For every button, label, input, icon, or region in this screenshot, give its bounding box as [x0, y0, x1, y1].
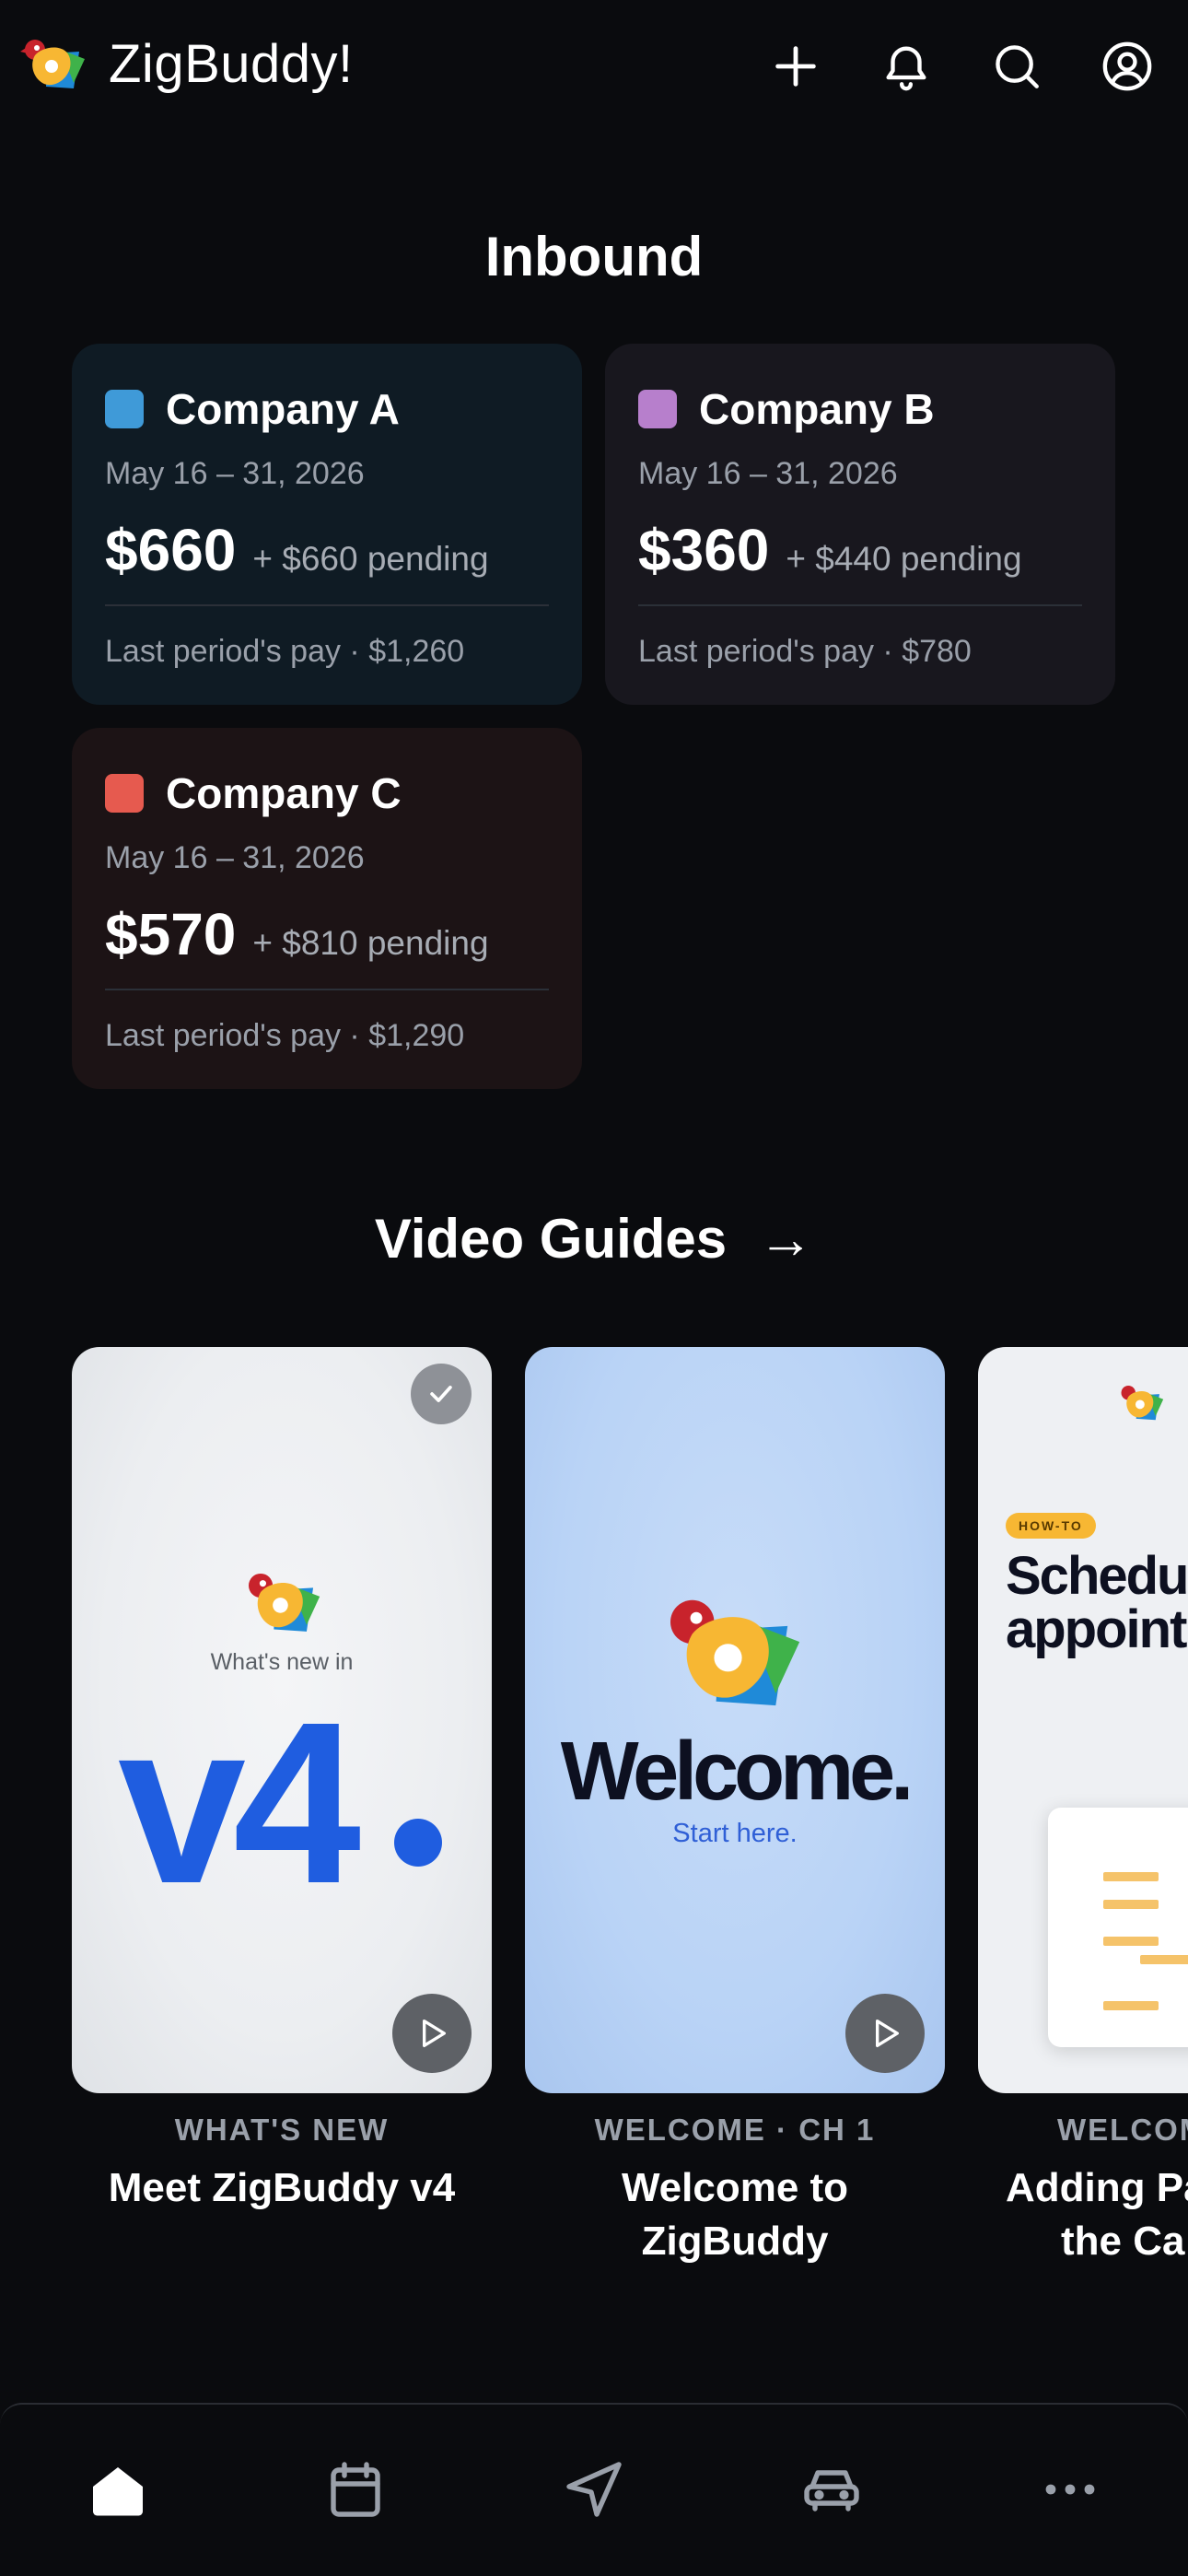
- play-icon[interactable]: [392, 1994, 472, 2073]
- earned-amount: $360: [638, 517, 770, 583]
- video-title-line1: Meet ZigBuddy v4: [108, 2165, 456, 2210]
- video-title-line1: Adding Pa: [1006, 2165, 1188, 2210]
- zigbuddy-logo: [20, 39, 85, 88]
- search-icon[interactable]: [987, 37, 1046, 96]
- video-category: WHAT'S NEW: [174, 2113, 390, 2147]
- thumb-headline: Welcome.: [560, 1726, 914, 1818]
- last-period-pay: Last period's pay · $1,260: [105, 634, 465, 669]
- brand[interactable]: ZigBuddy!: [20, 33, 354, 95]
- company-card-a[interactable]: Company A May 16 – 31, 2026 $660 + $660 …: [72, 344, 582, 705]
- thumb-subtitle: Start here.: [672, 1819, 798, 1848]
- calendar-icon[interactable]: [319, 2453, 392, 2526]
- bottom-nav: [0, 2403, 1188, 2576]
- last-period-pay: Last period's pay · $1,290: [105, 1018, 465, 1053]
- video-guides-title: Video Guides: [374, 1208, 728, 1270]
- calendar-illustration: [1048, 1808, 1188, 2047]
- company-color-swatch: [105, 390, 144, 428]
- play-icon[interactable]: [845, 1994, 925, 2073]
- pay-period: May 16 – 31, 2026: [105, 456, 365, 491]
- plus-icon[interactable]: [766, 37, 825, 96]
- earned-amount: $570: [105, 901, 237, 967]
- video-category: WELCOME · CH 1: [594, 2113, 876, 2147]
- video-title[interactable]: Welcome to ZigBuddy: [525, 2161, 945, 2268]
- thumb-headline: Schedu appoint: [1006, 1550, 1188, 1657]
- howto-badge: HOW-TO: [1006, 1513, 1096, 1539]
- zigbuddy-logo: [1121, 1386, 1164, 1421]
- video-thumbnail-whats-new[interactable]: What's new in v4: [72, 1347, 492, 2093]
- zigbuddy-logo: [249, 1573, 320, 1632]
- pay-period: May 16 – 31, 2026: [638, 456, 898, 491]
- card-divider: [105, 989, 549, 990]
- company-card-b[interactable]: Company B May 16 – 31, 2026 $360 + $440 …: [605, 344, 1115, 705]
- company-color-swatch: [638, 390, 677, 428]
- thumb-subtitle: What's new in: [210, 1649, 354, 1675]
- zigbuddy-logo: [670, 1599, 800, 1706]
- video-title[interactable]: Meet ZigBuddy v4: [72, 2161, 492, 2215]
- last-period-pay: Last period's pay · $780: [638, 634, 972, 669]
- video-thumbnail-scheduling[interactable]: HOW-TO Schedu appoint: [978, 1347, 1188, 2093]
- navigation-icon[interactable]: [557, 2453, 631, 2526]
- video-title-line2: ZigBuddy: [641, 2219, 829, 2264]
- watched-check-icon: [411, 1364, 472, 1424]
- bell-icon[interactable]: [877, 37, 936, 96]
- account-icon[interactable]: [1098, 37, 1157, 96]
- inbound-title: Inbound: [484, 226, 704, 287]
- company-name: Company A: [166, 385, 400, 433]
- video-thumbnail-welcome[interactable]: Welcome. Start here.: [525, 1347, 945, 2093]
- pay-period: May 16 – 31, 2026: [105, 840, 365, 875]
- app-screen: ZigBuddy! Inbound Company A May 16 – 31,…: [0, 0, 1188, 2576]
- video-guides-header[interactable]: Video Guides →: [0, 1207, 1188, 1270]
- home-icon[interactable]: [81, 2453, 155, 2526]
- app-name: ZigBuddy!: [109, 34, 354, 94]
- company-name: Company C: [166, 769, 402, 817]
- video-title[interactable]: Adding Pa the Ca: [1006, 2161, 1188, 2268]
- thumb-version: v4: [118, 1674, 361, 1931]
- pending-amount: + $810 pending: [252, 924, 489, 962]
- video-title-line1: Welcome to: [621, 2165, 849, 2210]
- company-color-swatch: [105, 774, 144, 813]
- top-bar: ZigBuddy!: [0, 0, 1188, 138]
- thumb-headline-line2: appoint: [1006, 1599, 1187, 1659]
- card-divider: [638, 604, 1082, 606]
- video-title-line2: the Ca: [1061, 2219, 1185, 2264]
- more-icon[interactable]: [1033, 2453, 1107, 2526]
- arrow-right-icon: →: [758, 1208, 814, 1270]
- earned-amount: $660: [105, 517, 237, 583]
- car-icon[interactable]: [795, 2453, 868, 2526]
- company-name: Company B: [699, 385, 935, 433]
- video-category: WELCOM: [1057, 2113, 1188, 2147]
- card-divider: [105, 604, 549, 606]
- thumb-dot: [394, 1819, 442, 1867]
- pending-amount: + $440 pending: [786, 540, 1022, 578]
- thumb-headline-line1: Schedu: [1006, 1546, 1188, 1606]
- pending-amount: + $660 pending: [252, 540, 489, 578]
- company-card-c[interactable]: Company C May 16 – 31, 2026 $570 + $810 …: [72, 728, 582, 1089]
